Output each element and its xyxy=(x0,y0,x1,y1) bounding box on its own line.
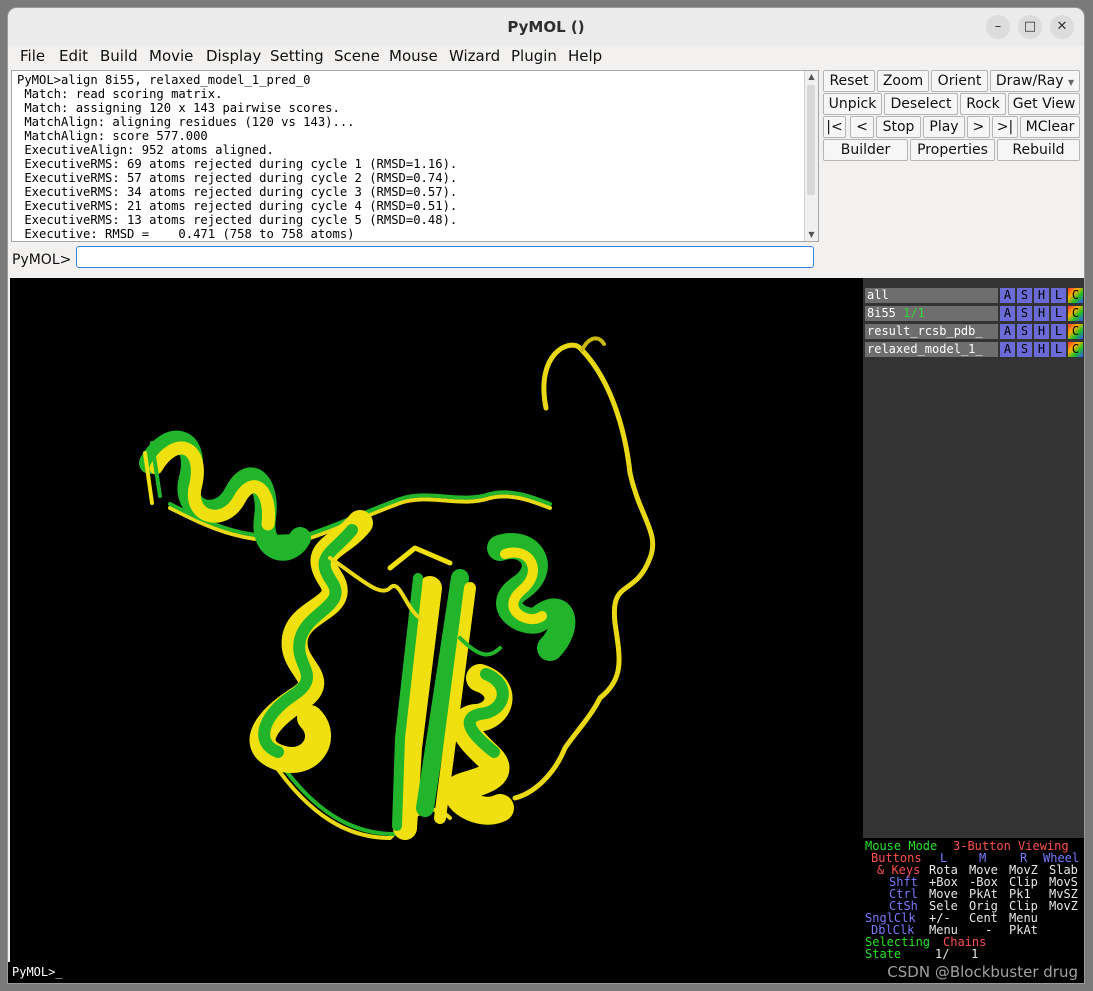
object-action-button[interactable]: A xyxy=(1000,324,1015,339)
first-frame-button[interactable]: |< xyxy=(823,116,846,138)
reset-button[interactable]: Reset xyxy=(823,70,875,92)
menu-movie[interactable]: Movie xyxy=(149,47,193,65)
object-name[interactable]: 8i55 1/1 xyxy=(865,306,998,321)
object-show-button[interactable]: S xyxy=(1017,342,1032,357)
object-hide-button[interactable]: H xyxy=(1034,288,1049,303)
output-console[interactable]: PyMOL>align 8i55, relaxed_model_1_pred_0… xyxy=(11,70,819,242)
state-label: State xyxy=(865,947,902,961)
mouse-mode-panel[interactable]: Mouse Mode 3-Button Viewing Buttons L M … xyxy=(863,838,1084,962)
binding-cell: PkAt xyxy=(1009,923,1038,937)
console-scrollbar[interactable]: ▲ ▼ xyxy=(804,71,818,241)
next-frame-button[interactable]: > xyxy=(967,116,990,138)
object-color-button[interactable]: C xyxy=(1068,306,1083,321)
rock-button[interactable]: Rock xyxy=(960,93,1006,115)
object-row-relaxed[interactable]: relaxed_model_1_ A S H L C xyxy=(865,342,1083,357)
zoom-button[interactable]: Zoom xyxy=(877,70,929,92)
object-show-button[interactable]: S xyxy=(1017,324,1032,339)
object-action-button[interactable]: A xyxy=(1000,288,1015,303)
object-name[interactable]: relaxed_model_1_ xyxy=(865,342,998,357)
draw-ray-label: Draw/Ray xyxy=(995,73,1064,89)
menu-file[interactable]: File xyxy=(20,47,45,65)
molecule-viewport[interactable] xyxy=(10,278,863,962)
command-prompt-label: PyMOL> xyxy=(12,252,72,268)
binding-cell: MovZ xyxy=(1049,899,1078,913)
object-label-button[interactable]: L xyxy=(1051,306,1066,321)
close-button[interactable]: ✕ xyxy=(1050,15,1074,39)
object-row-all[interactable]: all A S H L C xyxy=(865,288,1083,303)
object-color-button[interactable]: C xyxy=(1068,324,1083,339)
object-label-button[interactable]: L xyxy=(1051,342,1066,357)
object-show-button[interactable]: S xyxy=(1017,288,1032,303)
deselect-button[interactable]: Deselect xyxy=(884,93,958,115)
object-state: 1/1 xyxy=(903,306,925,320)
scroll-down-icon[interactable]: ▼ xyxy=(805,229,818,241)
menu-mouse[interactable]: Mouse xyxy=(389,47,438,65)
stop-button[interactable]: Stop xyxy=(876,116,921,138)
object-hide-button[interactable]: H xyxy=(1034,342,1049,357)
minimize-button[interactable]: – xyxy=(986,15,1010,39)
menu-edit[interactable]: Edit xyxy=(59,47,88,65)
menu-bar: File Edit Build Movie Display Setting Sc… xyxy=(8,46,1084,68)
draw-ray-button[interactable]: Draw/Ray ▼ xyxy=(990,70,1080,92)
menu-help[interactable]: Help xyxy=(568,47,602,65)
chevron-down-icon: ▼ xyxy=(1067,78,1075,87)
object-show-button[interactable]: S xyxy=(1017,306,1032,321)
menu-build[interactable]: Build xyxy=(100,47,138,65)
title-bar: PyMOL () – □ ✕ xyxy=(8,8,1084,47)
object-name[interactable]: result_rcsb_pdb_ xyxy=(865,324,998,339)
menu-scene[interactable]: Scene xyxy=(334,47,380,65)
scroll-up-icon[interactable]: ▲ xyxy=(805,71,818,83)
object-action-button[interactable]: A xyxy=(1000,306,1015,321)
object-row-8i55[interactable]: 8i55 1/1 A S H L C xyxy=(865,306,1083,321)
unpick-button[interactable]: Unpick xyxy=(823,93,882,115)
last-frame-button[interactable]: >| xyxy=(992,116,1018,138)
object-color-button[interactable]: C xyxy=(1068,288,1083,303)
protein-cartoon xyxy=(139,336,656,840)
command-input[interactable] xyxy=(76,246,814,268)
window-title: PyMOL () xyxy=(507,18,585,36)
bottom-prompt: PyMOL>_ xyxy=(12,965,63,979)
object-row-result[interactable]: result_rcsb_pdb_ A S H L C xyxy=(865,324,1083,339)
menu-wizard[interactable]: Wizard xyxy=(449,47,500,65)
binding-cell: - xyxy=(985,923,993,937)
mclear-button[interactable]: MClear xyxy=(1020,116,1080,138)
object-color-button[interactable]: C xyxy=(1068,342,1083,357)
menu-setting[interactable]: Setting xyxy=(270,47,324,65)
builder-button[interactable]: Builder xyxy=(823,139,908,161)
object-label-button[interactable]: L xyxy=(1051,288,1066,303)
menu-display[interactable]: Display xyxy=(206,47,261,65)
watermark: CSDN @Blockbuster drug xyxy=(887,963,1078,981)
object-action-button[interactable]: A xyxy=(1000,342,1015,357)
previous-frame-button[interactable]: < xyxy=(850,116,874,138)
object-panel: all A S H L C 8i55 1/1 A S H L C result_… xyxy=(863,278,1084,962)
object-hide-button[interactable]: H xyxy=(1034,324,1049,339)
scroll-thumb[interactable] xyxy=(807,85,815,195)
pymol-window: PyMOL () – □ ✕ File Edit Build Movie Dis… xyxy=(8,8,1084,983)
binding-cell: Cent xyxy=(969,911,998,925)
get-view-button[interactable]: Get View xyxy=(1008,93,1080,115)
menu-plugin[interactable]: Plugin xyxy=(511,47,557,65)
object-label-button[interactable]: L xyxy=(1051,324,1066,339)
state-value: 1/ 1 xyxy=(935,947,979,961)
orient-button[interactable]: Orient xyxy=(931,70,988,92)
rebuild-button[interactable]: Rebuild xyxy=(997,139,1080,161)
properties-button[interactable]: Properties xyxy=(910,139,995,161)
console-output-text: PyMOL>align 8i55, relaxed_model_1_pred_0… xyxy=(17,73,458,241)
bottom-command-line[interactable]: PyMOL>_ CSDN @Blockbuster drug xyxy=(8,962,1084,983)
object-name[interactable]: all xyxy=(865,288,998,303)
object-hide-button[interactable]: H xyxy=(1034,306,1049,321)
maximize-button[interactable]: □ xyxy=(1018,15,1042,39)
play-button[interactable]: Play xyxy=(923,116,965,138)
